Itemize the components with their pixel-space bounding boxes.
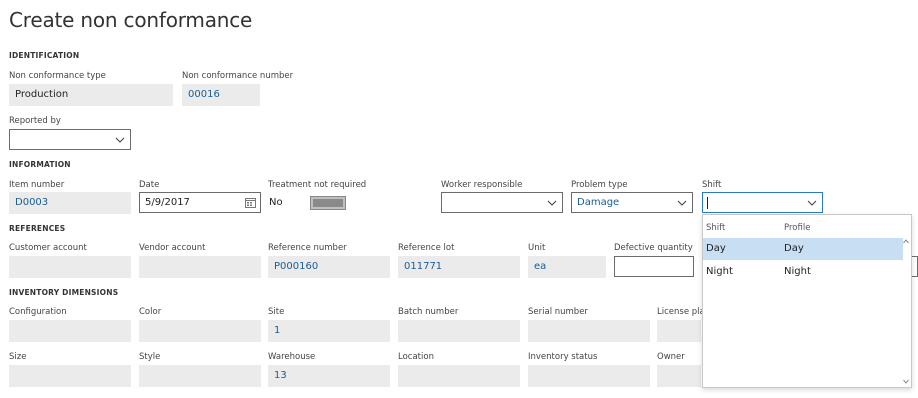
size-field xyxy=(9,365,131,387)
nc-type-field: Production xyxy=(9,84,173,106)
style-label: Style xyxy=(139,352,161,362)
row-profile: Day xyxy=(784,243,804,254)
customer-account-label: Customer account xyxy=(9,243,87,253)
location-label: Location xyxy=(398,352,434,362)
chevron-down-icon xyxy=(115,137,125,143)
unit-value: ea xyxy=(534,261,547,272)
reported-by-label: Reported by xyxy=(9,116,61,126)
serial-number-label: Serial number xyxy=(528,307,588,317)
dropdown-scrollbar[interactable] xyxy=(902,237,910,387)
nc-number-label: Non conformance number xyxy=(182,71,294,81)
chevron-down-icon xyxy=(807,200,817,206)
batch-number-field xyxy=(398,320,520,342)
treatment-value: No xyxy=(269,197,283,208)
worker-responsible-label: Worker responsible xyxy=(441,180,523,190)
reference-lot-label: Reference lot xyxy=(398,243,455,253)
problem-type-value: Damage xyxy=(577,197,620,208)
color-field xyxy=(139,320,261,342)
color-label: Color xyxy=(139,307,162,317)
inventory-status-label: Inventory status xyxy=(528,352,598,362)
item-number-label: Item number xyxy=(9,180,65,190)
license-plate-field xyxy=(657,320,701,342)
site-field: 1 xyxy=(268,320,390,342)
shift-dropdown: Shift Profile Day Day Night Night xyxy=(702,214,912,388)
date-value: 5/9/2017 xyxy=(145,197,190,208)
dropdown-row[interactable]: Night Night xyxy=(703,261,903,283)
scroll-down-icon xyxy=(903,379,909,384)
shift-select[interactable] xyxy=(702,192,823,213)
worker-responsible-select[interactable] xyxy=(441,192,563,213)
date-label: Date xyxy=(139,180,160,190)
site-label: Site xyxy=(268,307,285,317)
defective-quantity-label: Defective quantity xyxy=(614,243,693,253)
text-caret xyxy=(707,197,708,209)
problem-type-label: Problem type xyxy=(571,180,628,190)
location-field xyxy=(398,365,520,387)
reported-by-select[interactable] xyxy=(9,129,131,150)
col-header-shift: Shift xyxy=(706,223,726,233)
nc-number-field: 00016 xyxy=(182,84,260,106)
calendar-icon[interactable] xyxy=(245,197,256,208)
reference-number-value: P000160 xyxy=(274,261,319,272)
size-label: Size xyxy=(9,352,27,362)
nc-type-label: Non conformance type xyxy=(9,71,106,81)
information-heading: INFORMATION xyxy=(9,160,71,169)
customer-account-field xyxy=(9,256,131,278)
serial-number-field xyxy=(528,320,650,342)
item-number-field: D0003 xyxy=(9,192,131,214)
dropdown-row[interactable]: Day Day xyxy=(703,238,903,260)
nc-number-value: 00016 xyxy=(188,89,220,100)
warehouse-field: 13 xyxy=(268,365,390,387)
treatment-toggle[interactable] xyxy=(310,196,346,210)
style-field xyxy=(139,365,261,387)
treatment-label: Treatment not required xyxy=(268,180,367,190)
reference-number-label: Reference number xyxy=(268,243,347,253)
configuration-label: Configuration xyxy=(9,307,67,317)
reference-number-field: P000160 xyxy=(268,256,390,278)
date-input[interactable]: 5/9/2017 xyxy=(139,192,261,213)
license-plate-label: License pla xyxy=(657,307,705,317)
configuration-field xyxy=(9,320,131,342)
vendor-account-label: Vendor account xyxy=(139,243,206,253)
unit-field: ea xyxy=(528,256,606,278)
batch-number-label: Batch number xyxy=(398,307,459,317)
chevron-down-icon xyxy=(547,200,557,206)
row-profile: Night xyxy=(784,266,811,277)
col-header-profile: Profile xyxy=(784,223,811,233)
unit-label: Unit xyxy=(528,243,546,253)
inventory-status-field xyxy=(528,365,650,387)
reference-lot-value: 011771 xyxy=(404,261,443,272)
scroll-up-icon xyxy=(903,239,909,244)
nc-type-value: Production xyxy=(15,89,69,100)
reference-lot-field: 011771 xyxy=(398,256,520,278)
toggle-thumb xyxy=(313,199,343,207)
owner-label: Owner xyxy=(657,352,685,362)
shift-label: Shift xyxy=(702,180,722,190)
site-value: 1 xyxy=(274,325,281,336)
warehouse-label: Warehouse xyxy=(268,352,316,362)
warehouse-value: 13 xyxy=(274,370,287,381)
row-shift: Day xyxy=(706,243,726,254)
references-heading: REFERENCES xyxy=(9,224,66,233)
item-number-value: D0003 xyxy=(15,197,49,208)
owner-field xyxy=(657,365,701,387)
row-shift: Night xyxy=(706,266,733,277)
page-title: Create non conformance xyxy=(9,8,253,32)
vendor-account-field xyxy=(139,256,261,278)
inventory-heading: INVENTORY DIMENSIONS xyxy=(9,288,119,297)
chevron-down-icon xyxy=(677,200,687,206)
identification-heading: IDENTIFICATION xyxy=(9,51,80,60)
problem-type-select[interactable]: Damage xyxy=(571,192,693,213)
defective-quantity-input[interactable] xyxy=(614,256,694,277)
